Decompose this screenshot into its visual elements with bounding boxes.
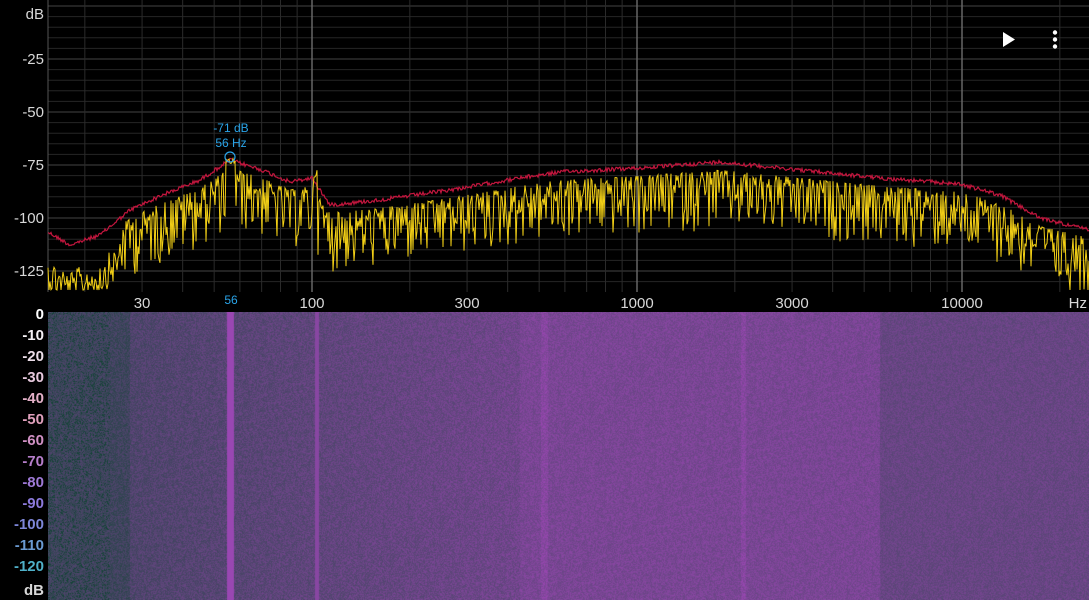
spectrogram-scale-label: -50 [22,411,44,428]
play-button[interactable] [994,26,1024,54]
more-vert-icon [1052,30,1058,49]
spectrogram-scale-label: -110 [14,537,44,554]
x-axis-unit: Hz [1069,295,1087,312]
y-tick-label: -25 [22,51,44,68]
spectrogram-scale-label: -80 [22,474,44,491]
spectrogram-scale-label: -60 [22,432,44,449]
y-tick-label: -125 [14,263,44,280]
marker-hz-label: 56 Hz [215,136,246,150]
x-tick-label: 10000 [941,295,983,312]
spectrogram-scale-label: -40 [22,390,44,407]
spectrogram-scale-label: -100 [13,516,44,533]
x-tick-label: 1000 [620,295,653,312]
spectrum-analyzer[interactable]: dB -25 -50 -75 -100 -125 30 100 300 1000 3000 100… [0,0,1089,312]
y-tick-label: -75 [22,157,44,174]
y-axis-unit: dB [26,6,44,23]
spectrogram-waterfall [48,312,1089,600]
y-tick-label: -50 [22,104,44,121]
spectrogram-scale-label: -70 [22,453,44,470]
y-tick-label: -100 [14,210,44,227]
spectrogram-scale-label: -10 [22,327,44,344]
x-tick-label: 3000 [775,295,808,312]
spectrogram-panel[interactable]: 0 -10 -20 -30 -40 -50 -60 -70 -80 -90 -100 -110 -120… [0,307,1089,600]
marker-db-label: -71 dB [213,121,248,135]
spectrogram-scale-unit: dB [24,582,44,599]
x-tick-label: 300 [455,295,480,312]
x-tick-label: 30 [134,295,151,312]
spectrogram-scale-label: -20 [22,348,44,365]
spectrogram-scale-label: -30 [22,369,44,386]
spectrogram-scale-label: 0 [35,306,44,323]
spectrogram-scale-label: -120 [13,558,44,575]
marker-axis-label: 56 [224,293,238,307]
x-tick-label: 100 [299,295,324,312]
spectrogram-scale-label: -90 [22,495,44,512]
more-options-button[interactable] [1042,26,1068,54]
